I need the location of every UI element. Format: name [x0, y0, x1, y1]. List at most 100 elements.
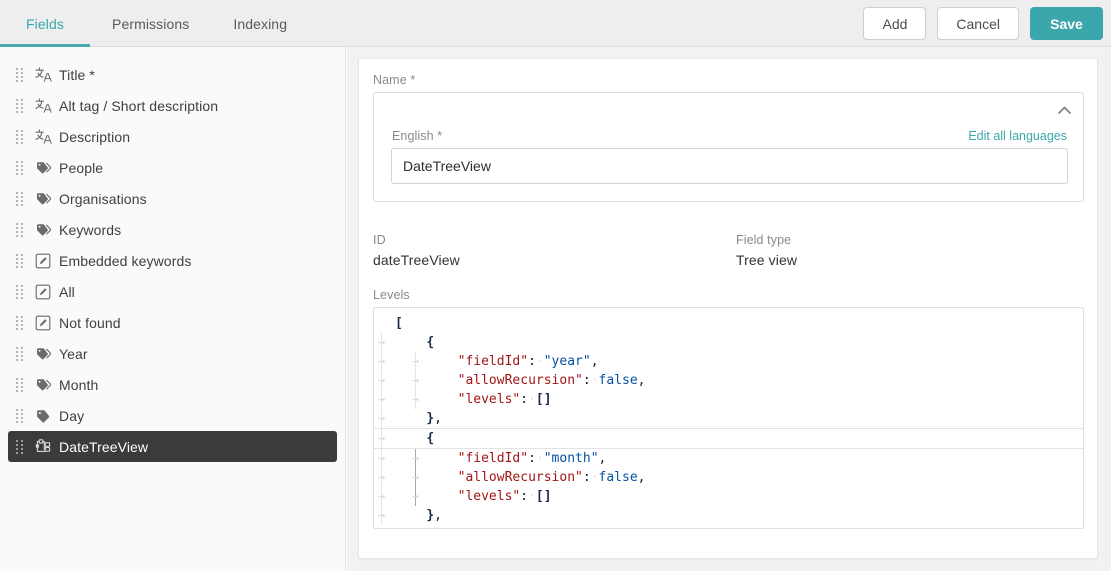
levels-label: Levels [373, 288, 410, 302]
tab-marker-icon: → [378, 373, 386, 387]
drag-handle-icon[interactable] [8, 408, 30, 423]
sidebar-item-label: Day [59, 407, 85, 424]
chevron-up-icon[interactable] [1053, 99, 1075, 121]
code-line[interactable]: → → "levels":·[] [374, 487, 1083, 506]
cancel-button-label: Cancel [956, 15, 1000, 32]
field-type-label: Field type [736, 233, 792, 247]
code-line-text: { [426, 335, 435, 350]
sidebar-item-organisations[interactable]: Organisations [8, 183, 337, 214]
drag-handle-icon[interactable] [8, 315, 30, 330]
drag-handle-icon[interactable] [8, 253, 30, 268]
sidebar-item-datetreeview[interactable]: DateTreeView [8, 431, 337, 462]
code-line[interactable]: → → "allowRecursion":·false, [374, 468, 1083, 487]
name-language-box: English * Edit all languages [373, 92, 1084, 202]
field-detail-pane: Name * English * Edit all languages ID d… [347, 47, 1111, 571]
tab-fields-label: Fields [26, 15, 64, 32]
tab-marker-icon: → [378, 335, 386, 349]
code-line-text: "fieldId":·"year", [457, 354, 599, 369]
field-id-value: dateTreeView [373, 252, 460, 268]
edit-box-icon [30, 282, 56, 302]
sidebar-item-label: Alt tag / Short description [59, 97, 219, 114]
tab-marker-icon: → [378, 489, 386, 503]
field-editor-page: Fields Permissions Indexing Add Cancel S… [0, 0, 1111, 571]
drag-handle-icon[interactable] [8, 67, 30, 82]
code-line[interactable]: → }, [374, 409, 1083, 428]
tab-indexing[interactable]: Indexing [211, 0, 309, 47]
code-line[interactable]: → }, [374, 506, 1083, 525]
drag-handle-icon[interactable] [8, 284, 30, 299]
drag-handle-icon[interactable] [8, 191, 30, 206]
code-line-text: "allowRecursion":·false, [457, 373, 646, 388]
tab-permissions[interactable]: Permissions [90, 0, 211, 47]
tab-marker-icon: → [378, 411, 386, 425]
add-button-label: Add [882, 15, 908, 32]
code-line[interactable]: → → "allowRecursion":·false, [374, 371, 1083, 390]
language-label: English * [392, 129, 443, 143]
save-button[interactable]: Save [1030, 7, 1103, 40]
tab-permissions-label: Permissions [112, 15, 190, 32]
cancel-button[interactable]: Cancel [937, 7, 1019, 40]
sidebar-item-label: Keywords [59, 221, 122, 238]
top-bar-actions: Add Cancel Save [863, 7, 1103, 40]
sidebar-item-label: Not found [59, 314, 121, 331]
code-line-text: }, [426, 411, 442, 426]
drag-handle-icon[interactable] [8, 439, 30, 454]
sidebar-item-label: Month [59, 376, 99, 393]
code-line[interactable]: → → "fieldId":·"month", [374, 449, 1083, 468]
tags-icon [30, 220, 56, 240]
sidebar-item-title[interactable]: Title * [8, 59, 337, 90]
sidebar-item-label: Title * [59, 66, 95, 83]
tab-bar: Fields Permissions Indexing [0, 0, 309, 47]
sidebar-item-day[interactable]: Day [8, 400, 337, 431]
sidebar-item-people[interactable]: People [8, 152, 337, 183]
sidebar-item-label: Organisations [59, 190, 147, 207]
sidebar-item-label: Description [59, 128, 131, 145]
sidebar-item-label: Year [59, 345, 88, 362]
code-line[interactable]: → → "levels":·[] [374, 390, 1083, 409]
code-line[interactable]: → → "fieldId":·"year", [374, 352, 1083, 371]
code-line[interactable]: → { [374, 333, 1083, 352]
sidebar-item-label: DateTreeView [59, 438, 149, 455]
tag-icon [30, 406, 56, 426]
code-line-text: "levels":·[] [457, 489, 552, 504]
sidebar-item-year[interactable]: Year [8, 338, 337, 369]
field-type-block: Field type Tree view [736, 233, 797, 268]
tab-marker-icon: → [378, 470, 386, 484]
edit-box-icon [30, 251, 56, 271]
sidebar-item-not-found[interactable]: Not found [8, 307, 337, 338]
sidebar-item-description[interactable]: Description [8, 121, 337, 152]
levels-json-editor[interactable]: [→ {→ → "fieldId":·"year", → → "allowRecurs… [373, 307, 1084, 529]
sidebar-item-keywords[interactable]: Keywords [8, 214, 337, 245]
edit-box-icon [30, 313, 56, 333]
name-group-label: Name * [373, 73, 416, 87]
code-line[interactable]: → { [374, 428, 1083, 449]
drag-handle-icon[interactable] [8, 129, 30, 144]
drag-handle-icon[interactable] [8, 160, 30, 175]
drag-handle-icon[interactable] [8, 377, 30, 392]
tab-fields[interactable]: Fields [0, 0, 90, 47]
tags-icon [30, 158, 56, 178]
sidebar-item-embedded-keywords[interactable]: Embedded keywords [8, 245, 337, 276]
sidebar-item-label: People [59, 159, 104, 176]
tab-indexing-label: Indexing [233, 15, 288, 32]
field-id-block: ID dateTreeView [373, 233, 460, 268]
drag-handle-icon[interactable] [8, 346, 30, 361]
field-type-value: Tree view [736, 252, 798, 268]
tags-icon [30, 344, 56, 364]
sidebar-item-label: Embedded keywords [59, 252, 192, 269]
tags-icon [30, 189, 56, 209]
name-input[interactable] [391, 148, 1068, 184]
drag-handle-icon[interactable] [8, 222, 30, 237]
add-button[interactable]: Add [863, 7, 927, 40]
sidebar-item-alt-tag-short-description[interactable]: Alt tag / Short description [8, 90, 337, 121]
translate-icon [30, 65, 56, 85]
code-line[interactable]: [ [374, 314, 1083, 333]
edit-all-languages-link[interactable]: Edit all languages [968, 129, 1067, 143]
sidebar-item-month[interactable]: Month [8, 369, 337, 400]
code-line-text: "allowRecursion":·false, [457, 470, 646, 485]
drag-handle-icon[interactable] [8, 98, 30, 113]
field-id-label: ID [373, 233, 386, 247]
translate-icon [30, 96, 56, 116]
code-line-text: "levels":·[] [457, 392, 552, 407]
sidebar-item-all[interactable]: All [8, 276, 337, 307]
